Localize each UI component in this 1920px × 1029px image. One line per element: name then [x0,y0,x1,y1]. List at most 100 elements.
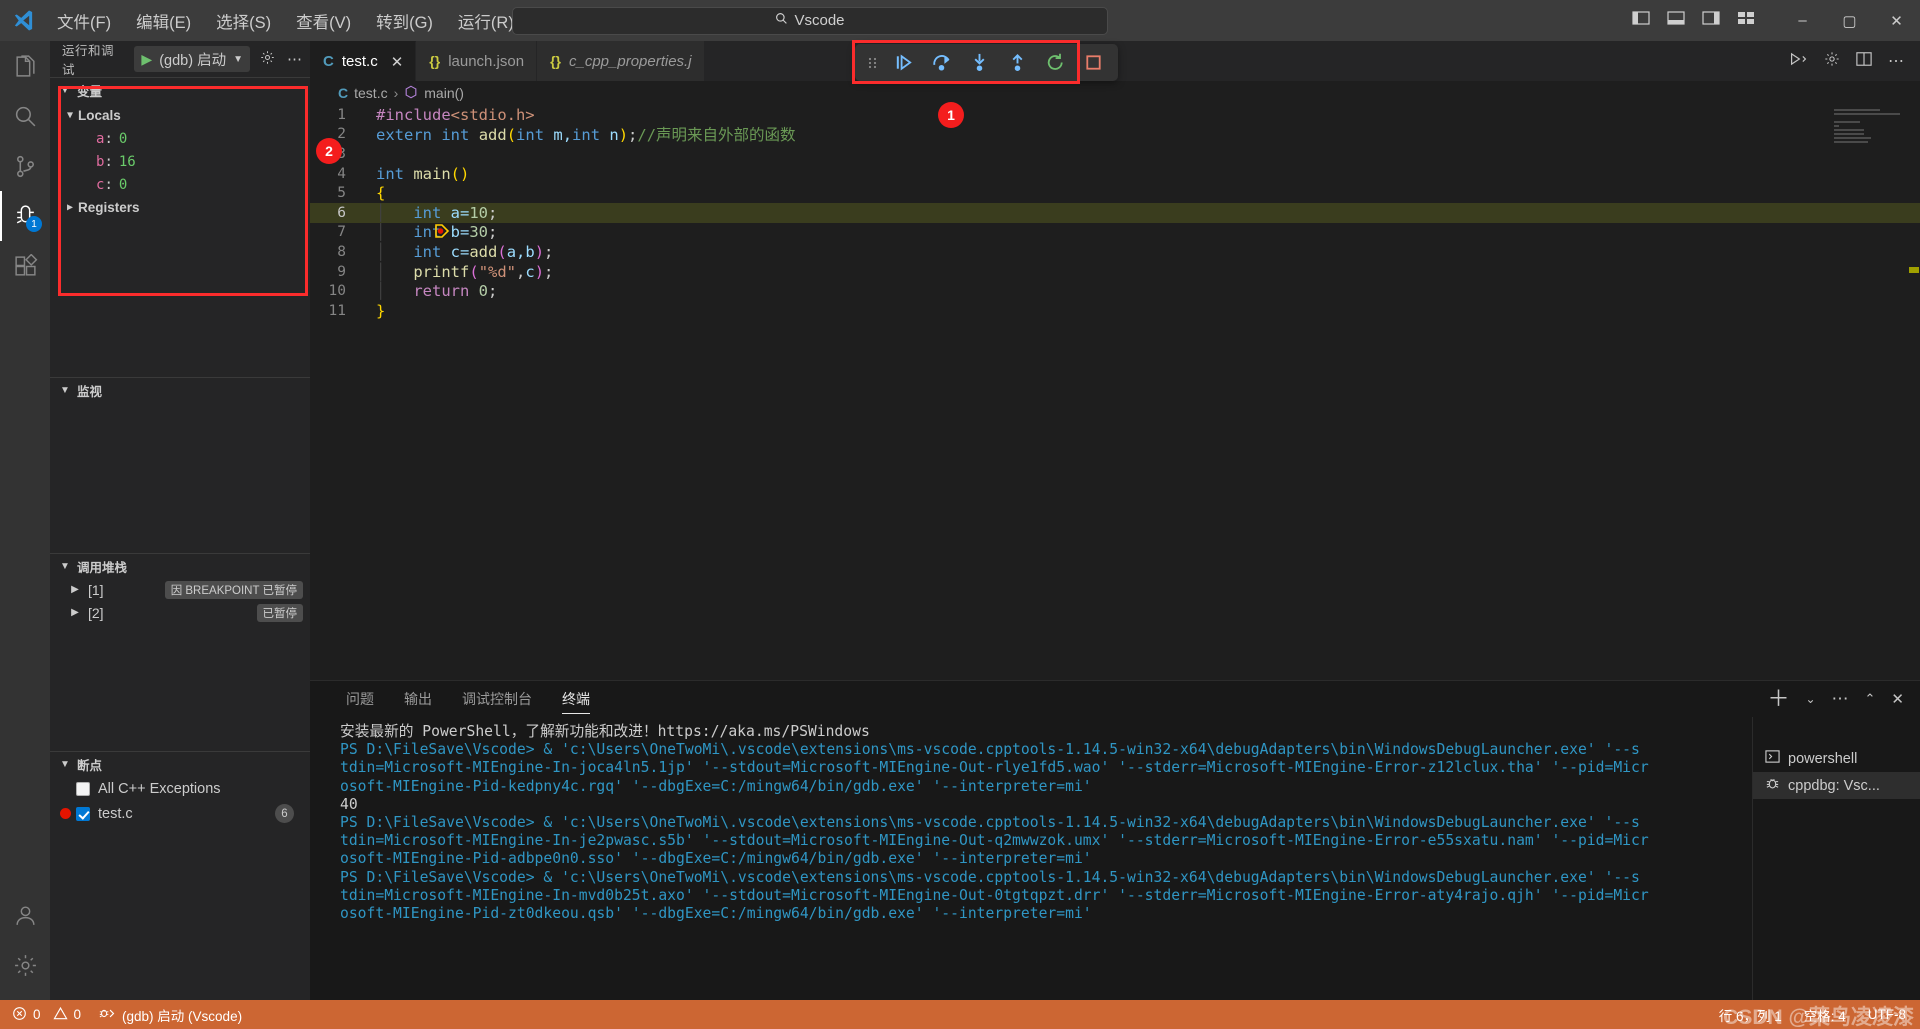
bottom-panel: 问题 输出 调试控制台 终端 ＋ ⌄ ⋯ ⌃ ✕ 安装最新的 PowerShel… [310,680,1920,1000]
more-icon[interactable]: ⋯ [285,48,304,70]
minimap[interactable] [1834,109,1906,145]
tab-terminal[interactable]: 终端 [562,681,590,717]
command-center-search[interactable]: Vscode [512,6,1108,35]
close-window-button[interactable]: ✕ [1873,0,1920,41]
run-or-debug-icon[interactable] [1789,51,1808,72]
callstack-row[interactable]: ▶ [1] 因 BREAKPOINT 已暂停 [50,578,310,601]
activity-run-and-debug[interactable]: 1 [0,191,50,241]
token-extern: extern [376,126,432,145]
maximize-panel-icon[interactable]: ⌃ [1865,691,1876,707]
locals-label: Locals [78,108,121,123]
more-actions-icon[interactable]: ⋯ [1888,51,1904,71]
breakpoint-checkbox[interactable] [76,781,90,796]
terminal-output[interactable]: 安装最新的 PowerShell，了解新功能和改进！https://aka.ms… [310,717,1752,1000]
panel-body: 安装最新的 PowerShell，了解新功能和改进！https://aka.ms… [310,717,1920,1000]
status-debug-session[interactable]: (gdb) 启动 (Vscode) [99,1005,242,1025]
code-line: 3 [310,144,1920,164]
toggle-panel-icon[interactable] [1667,10,1685,31]
continue-button[interactable] [892,51,915,74]
terminal-line: tdin=Microsoft-MIEngine-In-je2pwasc.s5b'… [340,832,1649,850]
gear-icon [14,954,36,976]
token-brace: { [376,184,386,203]
breadcrumb-file[interactable]: test.c [354,85,387,101]
menu-view[interactable]: 查看(V) [285,5,362,37]
line-number: 4 [337,165,346,182]
activity-source-control[interactable] [0,141,50,191]
activity-extensions[interactable] [0,241,50,291]
more-actions-icon[interactable]: ⋯ [1832,689,1849,709]
minimap-line [1834,121,1860,123]
chevron-right-icon: ▶ [66,202,74,213]
code-line-current: 6 │ int a=10; [310,202,1920,238]
code-line: 2 extern int add(int m,int n);//声明来自外部的函… [310,125,1920,145]
step-over-button[interactable] [930,51,953,74]
status-problems[interactable]: 0 0 [12,1006,81,1024]
gear-icon[interactable] [258,48,277,71]
breakpoint-arrow-icon[interactable] [322,205,450,238]
drag-handle-icon[interactable] [868,55,877,71]
menu-selection[interactable]: 选择(S) [205,5,282,37]
tab-problems[interactable]: 问题 [346,681,374,717]
new-terminal-icon[interactable]: ＋ [1767,688,1789,710]
breadcrumb-symbol[interactable]: main() [424,85,464,101]
code-editor[interactable]: 1 #include<stdio.h> 2 extern int add(int… [310,105,1920,680]
terminal-item-powershell[interactable]: powershell [1753,745,1920,772]
stop-button[interactable] [1082,51,1105,74]
breakpoints-header[interactable]: ▼ 断点 [50,752,310,776]
tab-output[interactable]: 输出 [404,681,432,717]
variables-header[interactable]: ▼ 变量 [50,78,310,102]
terminal-line: 安装最新的 PowerShell，了解新功能和改进！https://aka.ms… [340,723,870,740]
breakpoint-row-exceptions[interactable]: All C++ Exceptions [50,776,310,801]
token-int: int [441,126,470,145]
close-icon[interactable]: ✕ [391,53,404,71]
tab-test-c[interactable]: C test.c ✕ [310,41,417,81]
debug-badge: 1 [26,216,42,232]
line-number: 2 [337,126,346,143]
variable-row[interactable]: c: 0 [50,173,310,196]
terminal-item-cppdbg[interactable]: cppdbg: Vsc... [1753,772,1920,799]
restart-button[interactable] [1044,51,1067,74]
code-line: 5 { [310,183,1920,203]
scrollbar-decorations[interactable] [1906,105,1920,680]
step-into-button[interactable] [968,51,991,74]
token-paren: ( [506,126,517,145]
toggle-secondary-sidebar-icon[interactable] [1702,10,1720,31]
callstack-header[interactable]: ▼ 调用堆栈 [50,554,310,578]
menu-go[interactable]: 转到(G) [365,5,444,37]
variable-row[interactable]: b: 16 [50,150,310,173]
activity-manage[interactable] [0,940,50,990]
callstack-title: 调用堆栈 [77,560,128,575]
step-out-button[interactable] [1006,51,1029,74]
token-int: int [516,126,545,145]
debug-toolbar[interactable] [855,44,1118,81]
tab-debug-console[interactable]: 调试控制台 [462,681,532,717]
customize-layout-icon[interactable] [1737,10,1755,31]
variable-row[interactable]: a: 0 [50,127,310,150]
status-badge: 因 BREAKPOINT 已暂停 [164,580,303,599]
variable-group-locals[interactable]: ▼ Locals [50,104,310,127]
variable-value: 0 [118,176,128,193]
tab-c-cpp-properties[interactable]: {} c_cpp_properties.j [537,41,705,81]
launch-config-dropdown[interactable]: ▶ (gdb) 启动 ▼ [134,46,250,72]
watch-header[interactable]: ▼ 监视 [50,378,310,402]
activity-accounts[interactable] [0,890,50,940]
callstack-row[interactable]: ▶ [2] 已暂停 [50,601,310,624]
chevron-down-icon[interactable]: ⌄ [1805,692,1815,706]
close-panel-icon[interactable]: ✕ [1891,690,1904,708]
variables-title: 变量 [77,84,103,99]
menu-file[interactable]: 文件(F) [46,5,122,37]
minimap-line [1834,109,1880,111]
activity-explorer[interactable] [0,41,50,91]
gear-icon[interactable] [1824,51,1840,72]
minimize-button[interactable]: – [1779,0,1826,41]
split-editor-icon[interactable] [1856,51,1872,72]
variable-group-registers[interactable]: ▶ Registers [50,196,310,219]
maximize-button[interactable]: ▢ [1826,0,1873,41]
breakpoint-row-file[interactable]: test.c 6 [50,801,310,826]
breakpoint-checkbox[interactable] [76,806,90,821]
token-semicolon: ; [488,282,498,301]
menu-edit[interactable]: 编辑(E) [125,5,202,37]
toggle-primary-sidebar-icon[interactable] [1632,10,1650,31]
tab-launch-json[interactable]: {} launch.json [416,41,538,81]
activity-search[interactable] [0,91,50,141]
